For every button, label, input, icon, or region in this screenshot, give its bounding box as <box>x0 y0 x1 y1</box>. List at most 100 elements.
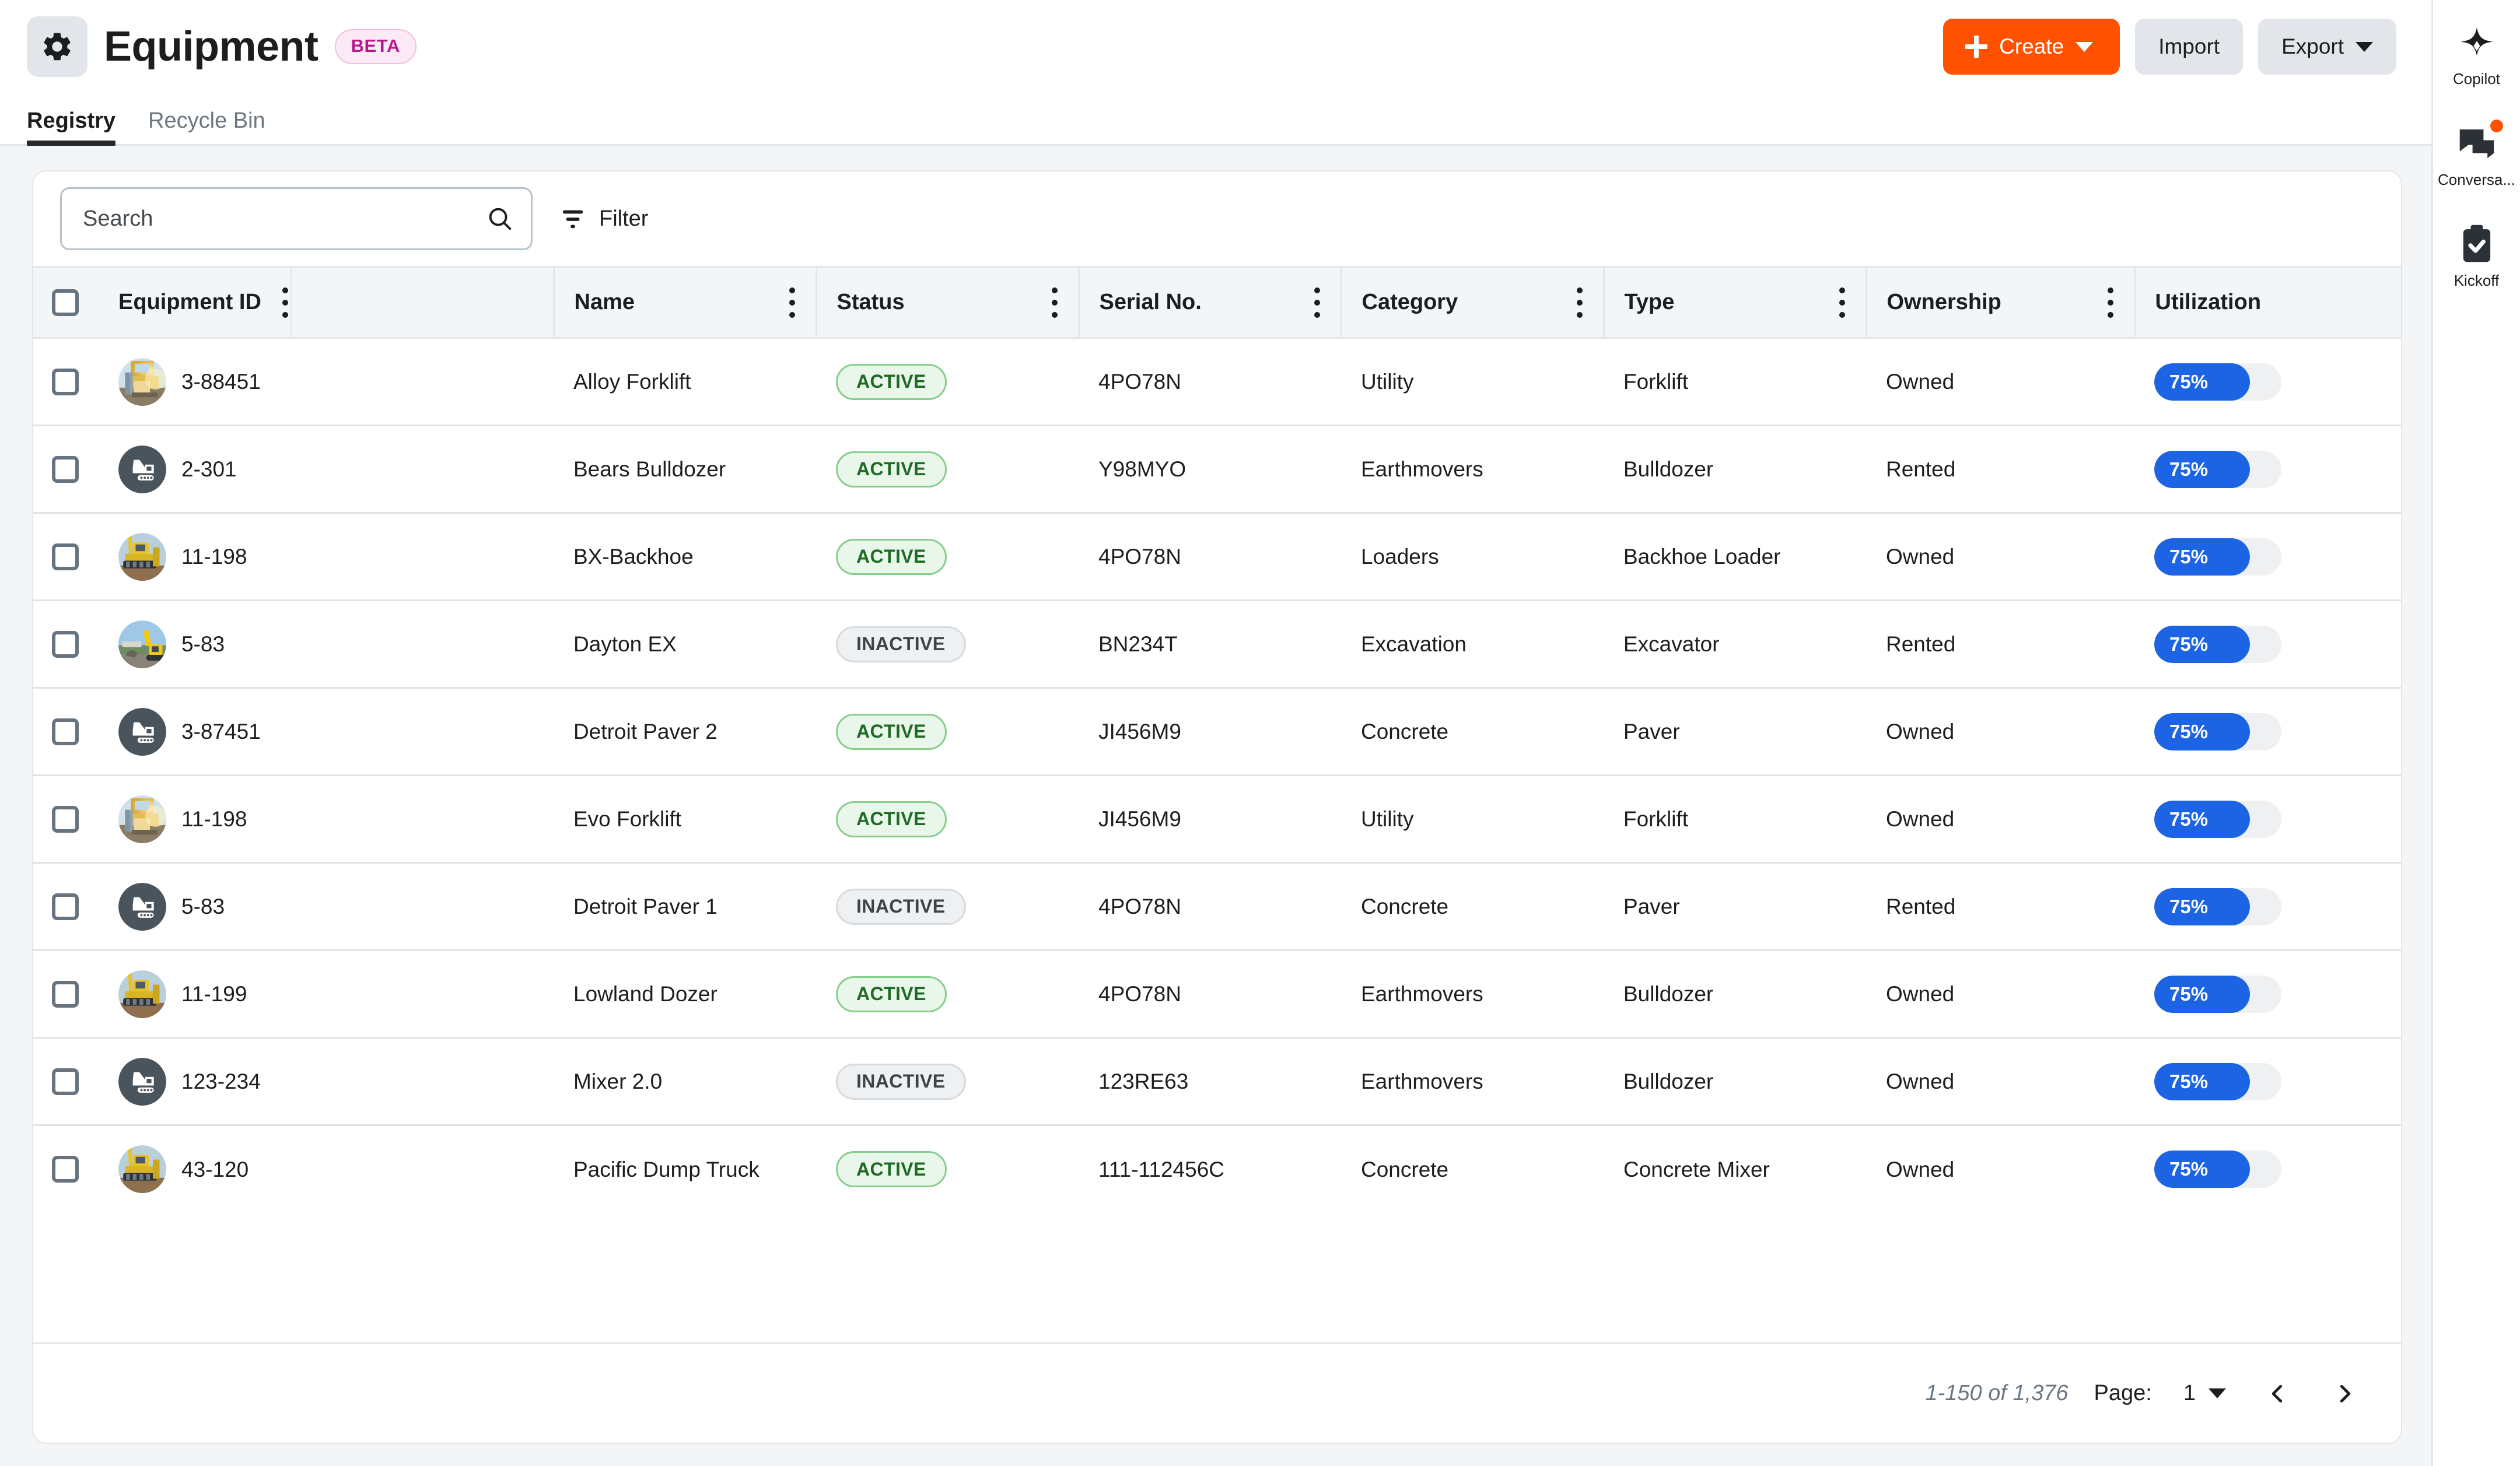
column-header-utilization[interactable]: Utilization <box>2134 266 2401 339</box>
row-checkbox[interactable] <box>52 1156 79 1183</box>
column-header-type[interactable]: Type <box>1604 266 1867 339</box>
cell-serial-no: Y98MYO <box>1079 425 1341 514</box>
cell-status: ACTIVE <box>816 775 1079 864</box>
serial-value: 111-112456C <box>1098 1157 1225 1181</box>
table-scroll-region[interactable]: Equipment ID Name Status Serial No. Cate… <box>33 266 2401 1342</box>
cell-type: Bulldozer <box>1604 1037 1866 1126</box>
utilization-value: 75% <box>2169 545 2208 567</box>
create-button[interactable]: Create <box>1943 19 2120 75</box>
utilization-bar: 75% <box>2154 450 2281 488</box>
cell-ownership: Owned <box>1866 775 2134 864</box>
cell-serial-no: 4PO78N <box>1079 862 1341 951</box>
row-checkbox[interactable] <box>52 893 79 920</box>
cell-serial-no: 111-112456C <box>1079 1125 1341 1213</box>
import-button[interactable]: Import <box>2135 19 2244 75</box>
row-select-cell <box>33 513 99 601</box>
row-checkbox[interactable] <box>52 1068 79 1095</box>
table-row[interactable]: 11-198 Evo Forklift ACTIVE JI456M9 Utility Fo… <box>33 775 2401 864</box>
column-menu-icon[interactable] <box>282 287 289 318</box>
chevron-left-icon <box>2272 1384 2283 1402</box>
column-menu-icon[interactable] <box>2107 287 2114 318</box>
page-selector-value: 1 <box>2183 1381 2196 1405</box>
cell-serial-no: JI456M9 <box>1079 775 1341 864</box>
next-page-button[interactable] <box>2324 1373 2365 1414</box>
cell-serial-no: 4PO78N <box>1079 950 1341 1039</box>
serial-value: Y98MYO <box>1098 457 1186 481</box>
page-label: Page: <box>2094 1381 2152 1405</box>
table-row[interactable]: 3-87451 Detroit Paver 2 ACTIVE JI456M9 Concr… <box>33 688 2401 776</box>
column-menu-icon[interactable] <box>789 287 796 318</box>
column-label: Name <box>574 290 635 314</box>
table-row[interactable]: 2-301 Bears Bulldozer ACTIVE Y98MYO Earthmov… <box>33 425 2401 514</box>
column-header-equipment-id[interactable]: Equipment ID <box>99 266 292 339</box>
row-checkbox[interactable] <box>52 805 79 833</box>
table-row[interactable]: 11-198 BX-Backhoe ACTIVE 4PO78N Loaders Backh… <box>33 513 2401 601</box>
type-value: Paver <box>1623 894 1680 918</box>
cell-equipment-id: 5-83 <box>99 600 554 689</box>
name-value: Pacific Dump Truck <box>573 1157 760 1181</box>
ownership-value: Owned <box>1886 544 1955 569</box>
column-header-status[interactable]: Status <box>816 266 1080 339</box>
filter-button[interactable]: Filter <box>556 199 652 238</box>
row-select-cell <box>33 338 99 426</box>
row-checkbox[interactable] <box>52 455 79 483</box>
column-header-category[interactable]: Category <box>1341 266 1605 339</box>
table-row[interactable]: 5-83 Detroit Paver 1 INACTIVE 4PO78N Concret… <box>33 862 2401 951</box>
name-value: Detroit Paver 2 <box>573 719 718 743</box>
column-menu-icon[interactable] <box>1314 287 1321 318</box>
row-checkbox[interactable] <box>52 368 79 395</box>
select-all-checkbox[interactable] <box>52 289 79 316</box>
row-select-cell <box>33 425 99 514</box>
table-toolbar: Filter <box>33 171 2401 266</box>
cell-serial-no: 4PO78N <box>1079 338 1341 426</box>
page-title: Equipment <box>104 23 318 70</box>
column-menu-icon[interactable] <box>1051 287 1058 318</box>
table-row[interactable]: 43-120 Pacific Dump Truck ACTIVE 111-112456… <box>33 1125 2401 1213</box>
page-selector[interactable]: 1 <box>2178 1377 2232 1409</box>
cell-name: BX-Backhoe <box>554 513 816 601</box>
rail-item-conversa[interactable]: Conversa... <box>2438 120 2515 189</box>
row-checkbox[interactable] <box>52 630 79 658</box>
utilization-bar: 75% <box>2154 888 2281 925</box>
table-row[interactable]: 123-234 Mixer 2.0 INACTIVE 123RE63 Earthmove… <box>33 1037 2401 1126</box>
tab-recycle-bin-label: Recycle Bin <box>148 108 265 133</box>
column-header-ownership[interactable]: Ownership <box>1866 266 2136 339</box>
cell-status: ACTIVE <box>816 950 1079 1039</box>
export-button[interactable]: Export <box>2258 19 2396 75</box>
cell-ownership: Owned <box>1866 688 2134 776</box>
rail-item-copilot[interactable]: Copilot <box>2438 21 2515 88</box>
clipboard-check-icon <box>2455 223 2498 266</box>
utilization-value: 75% <box>2169 458 2208 480</box>
tab-registry-label: Registry <box>27 108 116 133</box>
column-header-name[interactable]: Name <box>554 266 817 339</box>
status-badge: ACTIVE <box>836 976 947 1012</box>
table-row[interactable]: 3-88451 Alloy Forklift ACTIVE 4PO78N Utility… <box>33 338 2401 426</box>
cell-category: Earthmovers <box>1341 1037 1604 1126</box>
tab-recycle-bin[interactable]: Recycle Bin <box>148 108 265 144</box>
export-button-label: Export <box>2281 34 2344 58</box>
row-checkbox[interactable] <box>52 543 79 570</box>
chat-bubbles-icon <box>2455 120 2503 165</box>
row-checkbox[interactable] <box>52 980 79 1008</box>
column-menu-icon[interactable] <box>1839 287 1846 318</box>
row-checkbox[interactable] <box>52 718 79 745</box>
previous-page-button[interactable] <box>2258 1373 2298 1414</box>
search-input[interactable] <box>83 206 487 232</box>
cell-name: Detroit Paver 1 <box>554 862 816 951</box>
rail-item-kickoff[interactable]: Kickoff <box>2438 223 2515 290</box>
avatar <box>118 1145 166 1194</box>
search-box[interactable] <box>60 187 533 250</box>
type-value: Forklift <box>1623 369 1688 394</box>
equipment-registry-page: Equipment BETA Create Import Export Regi… <box>0 0 2520 1466</box>
serial-value: 123RE63 <box>1098 1069 1189 1093</box>
row-select-cell <box>33 688 99 776</box>
table-row[interactable]: 11-199 Lowland Dozer ACTIVE 4PO78N Earthmove… <box>33 950 2401 1039</box>
column-header-serial-no[interactable]: Serial No. <box>1079 266 1342 339</box>
cell-category: Utility <box>1341 775 1604 864</box>
tab-registry[interactable]: Registry <box>27 108 116 146</box>
utilization-bar: 75% <box>2154 538 2281 576</box>
column-menu-icon[interactable] <box>1576 287 1583 318</box>
ownership-value: Owned <box>1886 1157 1955 1181</box>
table-row[interactable]: 5-83 Dayton EX INACTIVE BN234T Excavation Exc… <box>33 600 2401 689</box>
result-range-text: 1-150 of 1,376 <box>1925 1381 2068 1405</box>
